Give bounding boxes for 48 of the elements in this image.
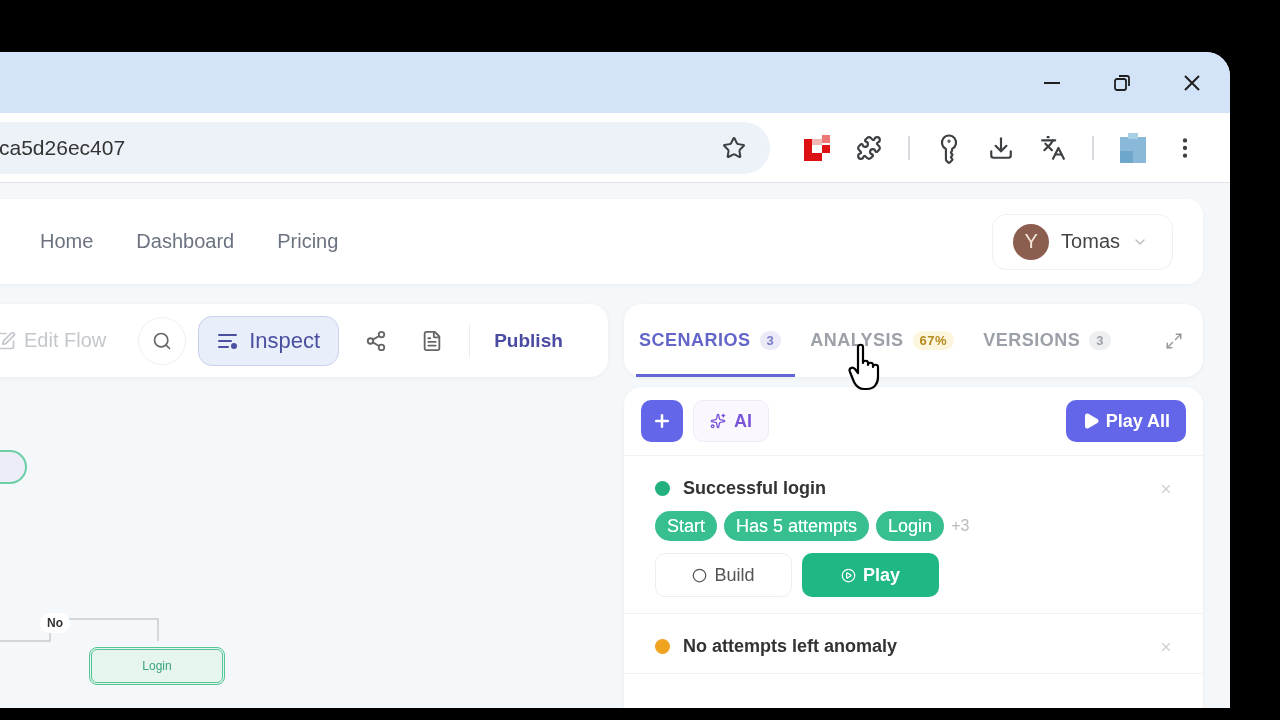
download-icon[interactable] [988, 134, 1014, 161]
edge-label: No [40, 613, 70, 633]
pencil-icon [0, 330, 16, 351]
expand-icon[interactable] [1165, 331, 1183, 350]
tab-label: SCENARIOS [639, 330, 751, 351]
scenario-tag: Has 5 attempts [724, 511, 870, 541]
play-all-button[interactable]: Play All [1065, 400, 1186, 442]
play-button[interactable]: Play [802, 553, 939, 597]
list-icon [217, 331, 240, 350]
extension-icon[interactable] [804, 134, 830, 161]
tab-badge: 3 [759, 331, 782, 350]
star-icon[interactable] [722, 135, 746, 160]
translate-icon[interactable] [1040, 134, 1066, 161]
scenario-title: Successful login [683, 478, 827, 499]
scenario-title: No attempts left anomaly [683, 636, 898, 657]
nav-link[interactable]: Dashboard [136, 230, 235, 253]
circle-icon [692, 567, 708, 583]
nav-link[interactable]: Home [40, 230, 94, 253]
nav-link[interactable]: Pricing [277, 230, 339, 253]
minimize-icon[interactable] [1044, 81, 1060, 84]
search-icon [152, 330, 173, 351]
scenario-tag: Start [655, 511, 717, 541]
tab-badge: 3 [1089, 331, 1111, 350]
more-count: +3 [951, 517, 970, 535]
play-circle-icon [841, 567, 856, 583]
ai-button[interactable]: AI [693, 400, 769, 442]
add-button[interactable] [641, 400, 683, 442]
close-icon[interactable] [1184, 74, 1200, 91]
panel-tab[interactable]: SCENARIOS 3 [636, 304, 796, 377]
puzzle-icon[interactable] [856, 134, 882, 161]
url-text: ca5d26ec407 [0, 135, 126, 160]
tab-label: VERSIONS [983, 330, 1081, 351]
sparkle-icon [710, 413, 726, 429]
scenario-tag: Login [876, 511, 945, 541]
panel-tab[interactable]: VERSIONS 3 [980, 304, 1125, 377]
user-menu[interactable]: Y Tomas [992, 213, 1173, 270]
tab-badge: 67% [912, 331, 955, 350]
avatar: Y [1013, 223, 1050, 260]
publish-button[interactable]: Publish [469, 323, 563, 358]
share-button[interactable] [365, 329, 388, 352]
profile-icon[interactable] [1120, 132, 1146, 163]
flow-node: Login [89, 647, 225, 685]
inspect-button[interactable]: Inspect [198, 315, 340, 366]
plus-icon [652, 411, 672, 431]
tab-label: ANALYSIS [810, 330, 904, 351]
restore-icon[interactable] [1114, 74, 1130, 91]
address-bar[interactable]: ca5d26ec407 [0, 121, 770, 174]
build-button[interactable]: Build [655, 553, 792, 597]
